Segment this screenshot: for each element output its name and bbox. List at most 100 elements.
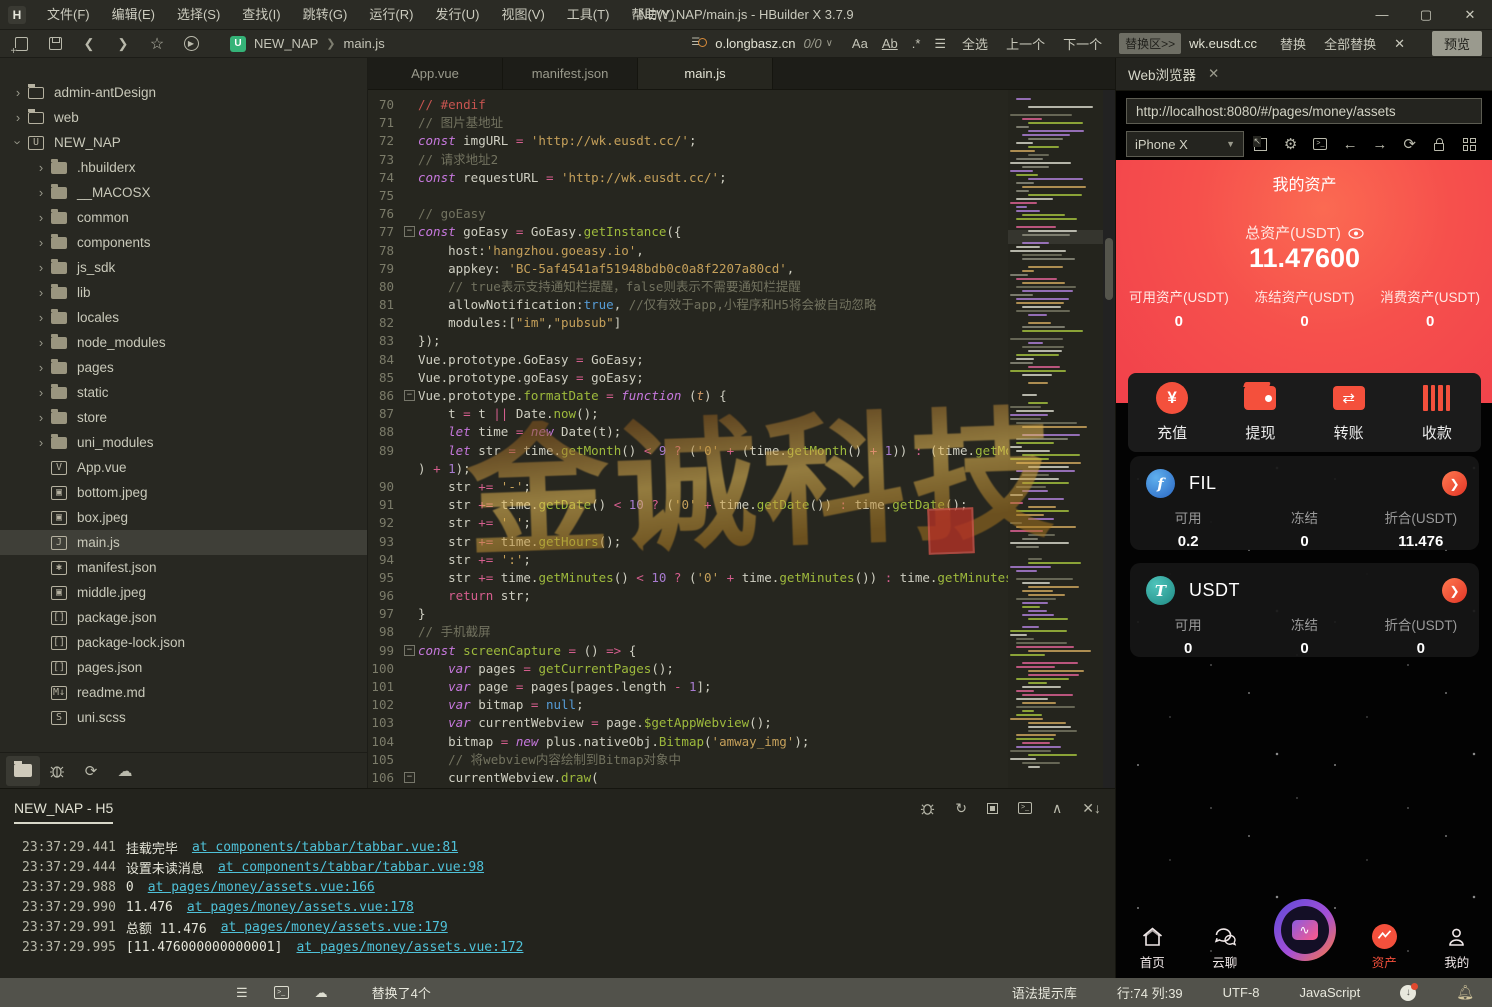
breadcrumb-project[interactable]: NEW_NAP (254, 36, 318, 51)
menu-item[interactable]: 文件(F) (36, 0, 101, 30)
menu-item[interactable]: 工具(T) (556, 0, 621, 30)
select-all-button[interactable]: 全选 (962, 34, 988, 53)
tree-item[interactable]: ▣ box.jpeg (0, 505, 367, 530)
menu-item[interactable]: 跳转(G) (292, 0, 359, 30)
log-source-link[interactable]: at components/tabbar/tabbar.vue:98 (218, 860, 484, 875)
coin-detail-arrow-icon[interactable]: ❯ (1413, 578, 1467, 603)
chevron-right-icon[interactable]: › (8, 85, 28, 100)
tab-App.vue[interactable]: App.vue (368, 58, 503, 89)
coin-card-FIL[interactable]: f FIL ❯ 可用 0.2 冻结 0 折合(USDT) 11.476 (1130, 456, 1479, 550)
tree-item[interactable]: › .hbuilderx (0, 155, 367, 180)
log-source-link[interactable]: at pages/money/assets.vue:179 (221, 920, 448, 935)
chevron-right-icon[interactable]: › (31, 235, 51, 250)
log-source-link[interactable]: at pages/money/assets.vue:172 (296, 940, 523, 955)
close-button[interactable]: ✕ (1448, 0, 1492, 29)
chevron-right-icon[interactable]: › (31, 335, 51, 350)
tree-item[interactable]: ▣ middle.jpeg (0, 580, 367, 605)
forward-button[interactable]: ❯ (110, 33, 136, 55)
tree-item[interactable]: ▣ bottom.jpeg (0, 480, 367, 505)
tab-manifest.json[interactable]: manifest.json (503, 58, 638, 89)
run-button[interactable]: ▶ (178, 33, 204, 55)
open-external-button[interactable] (1248, 131, 1274, 157)
tab-云聊[interactable]: 云聊 (1189, 925, 1262, 971)
whole-word-toggle[interactable]: Ab (882, 36, 898, 51)
url-input[interactable]: http://localhost:8080/#/pages/money/asse… (1126, 98, 1482, 124)
editor-scrollbar[interactable] (1103, 90, 1115, 788)
syntax-lib-status[interactable]: 语法提示库 (1012, 983, 1077, 1002)
log-source-link[interactable]: at pages/money/assets.vue:178 (187, 900, 414, 915)
tree-item[interactable]: › store (0, 405, 367, 430)
tree-item[interactable]: › U NEW_NAP (0, 130, 367, 155)
tab-首页[interactable]: 首页 (1116, 925, 1189, 971)
action-充值[interactable]: ¥ 充值 (1128, 382, 1216, 443)
replace-input[interactable]: wk.eusdt.cc (1189, 36, 1257, 51)
settings-button[interactable]: ⚙ (1278, 131, 1304, 157)
tree-item[interactable]: [] package.json (0, 605, 367, 630)
chevron-right-icon[interactable]: › (31, 160, 51, 175)
device-select[interactable]: iPhone X ▼ (1126, 131, 1244, 157)
find-input[interactable]: o.longbasz.cn (715, 36, 795, 51)
maximize-button[interactable]: ▢ (1404, 0, 1448, 29)
tree-item[interactable]: › pages (0, 355, 367, 380)
nav-back-button[interactable]: ← (1337, 131, 1363, 157)
devtools-button[interactable]: >_ (1308, 131, 1334, 157)
chevron-right-icon[interactable]: › (31, 285, 51, 300)
action-转账[interactable]: ⇄ 转账 (1305, 382, 1393, 443)
tree-item[interactable]: › lib (0, 280, 367, 305)
collapse-panel-icon[interactable]: ∧ (1052, 800, 1062, 817)
fold-marker-icon[interactable] (402, 642, 418, 660)
save-button[interactable] (42, 33, 68, 55)
outline-icon[interactable]: ☰ (236, 985, 248, 1001)
debug-icon[interactable] (920, 801, 935, 816)
log-source-link[interactable]: at pages/money/assets.vue:166 (148, 880, 375, 895)
menu-item[interactable]: 查找(I) (231, 0, 291, 30)
tree-item[interactable]: › __MACOSX (0, 180, 367, 205)
chevron-right-icon[interactable]: › (31, 210, 51, 225)
action-收款[interactable]: 收款 (1393, 382, 1481, 443)
menu-item[interactable]: 选择(S) (166, 0, 231, 30)
chevron-right-icon[interactable]: › (8, 110, 28, 125)
notification-bell-icon[interactable]: 🔔︎ (1456, 984, 1474, 1001)
menu-item[interactable]: 编辑(E) (101, 0, 166, 30)
console-tab[interactable]: NEW_NAP - H5 (14, 800, 114, 824)
chevron-right-icon[interactable]: › (31, 410, 51, 425)
replace-button[interactable]: 替换 (1280, 34, 1306, 53)
tree-item[interactable]: › locales (0, 305, 367, 330)
clear-console-icon[interactable]: ✕↓ (1082, 800, 1101, 817)
new-file-button[interactable] (8, 33, 34, 56)
update-download-icon[interactable]: ↓ (1400, 982, 1419, 1001)
tree-item[interactable]: [] package-lock.json (0, 630, 367, 655)
web-tab-button[interactable]: ☁ (108, 756, 142, 786)
coin-detail-arrow-icon[interactable]: ❯ (1413, 471, 1467, 496)
menu-item[interactable]: 视图(V) (490, 0, 555, 30)
regex-toggle[interactable]: .* (912, 36, 921, 51)
tab-main.js[interactable]: main.js (638, 58, 773, 89)
tree-item[interactable]: › js_sdk (0, 255, 367, 280)
minimap[interactable] (1008, 90, 1103, 788)
chevron-right-icon[interactable]: › (31, 185, 51, 200)
chevron-down-icon[interactable]: ∨ (826, 38, 833, 49)
fold-marker-icon[interactable] (402, 769, 418, 787)
refresh-tab-button[interactable]: ⟳ (74, 756, 108, 786)
chevron-right-icon[interactable]: › (31, 310, 51, 325)
tree-item[interactable]: › node_modules (0, 330, 367, 355)
scrollbar-thumb[interactable] (1105, 238, 1113, 300)
new-console-icon[interactable]: >_ (1018, 802, 1033, 814)
tab-我的[interactable]: 我的 (1421, 925, 1492, 971)
tree-item[interactable]: › components (0, 230, 367, 255)
tree-item[interactable]: Jmain.js (0, 530, 367, 555)
next-match-button[interactable]: 下一个 (1063, 34, 1102, 53)
breadcrumb-file[interactable]: main.js (344, 36, 385, 51)
log-source-link[interactable]: at components/tabbar/tabbar.vue:81 (192, 840, 458, 855)
chevron-right-icon[interactable]: › (31, 260, 51, 275)
reload-button[interactable]: ⟳ (1397, 131, 1423, 157)
replace-zone-toggle[interactable]: 替换区>> (1119, 33, 1182, 54)
menu-item[interactable]: 运行(R) (358, 0, 424, 30)
chevron-right-icon[interactable]: › (31, 385, 51, 400)
nav-forward-button[interactable]: → (1367, 131, 1393, 157)
chevron-down-icon[interactable]: › (11, 133, 26, 153)
eye-icon[interactable] (1348, 226, 1364, 243)
bookmark-button[interactable]: ☆ (144, 33, 170, 55)
menu-item[interactable]: 发行(U) (424, 0, 490, 30)
preview-button[interactable]: 预览 (1431, 31, 1482, 56)
